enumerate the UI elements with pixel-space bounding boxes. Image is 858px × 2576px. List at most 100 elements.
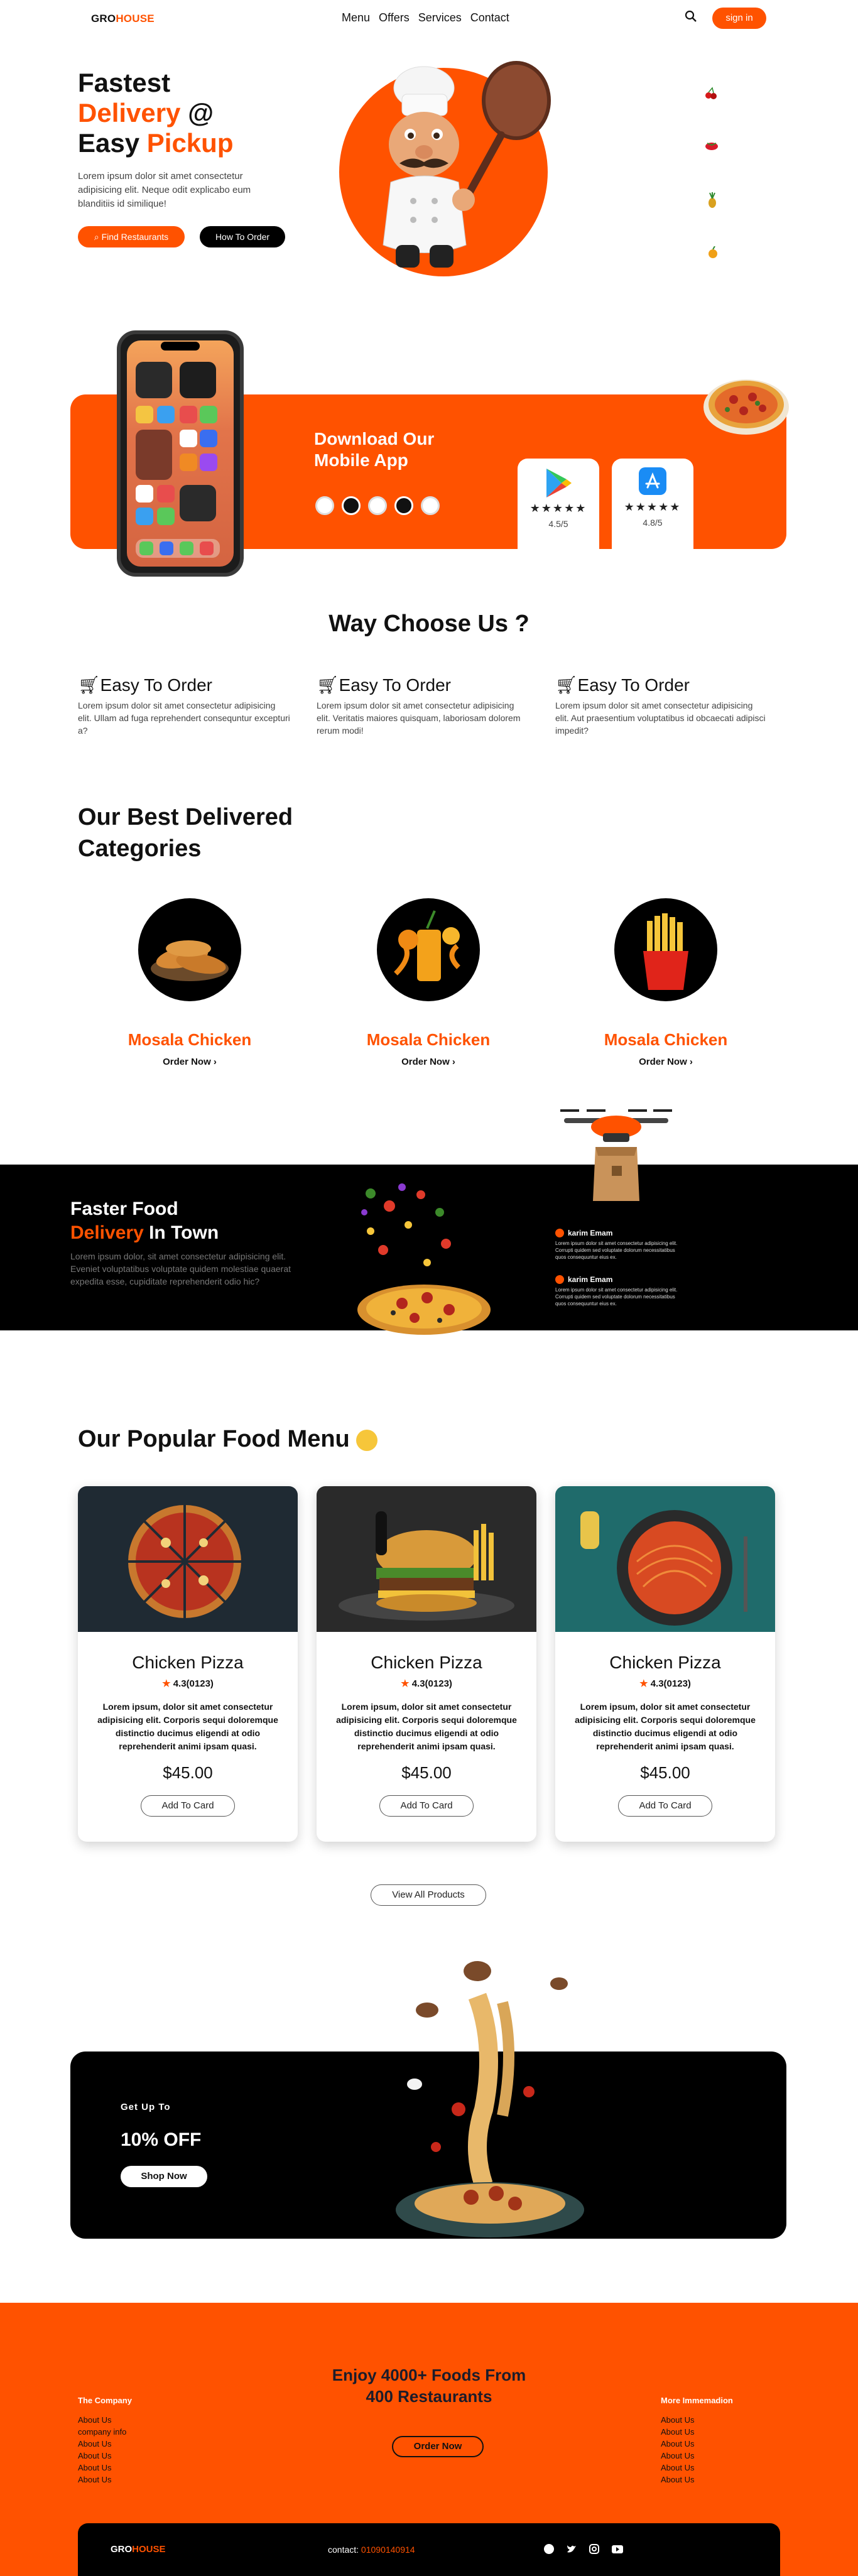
google-play-card[interactable]: ★★★★★ 4.5/5 bbox=[518, 459, 599, 549]
order-now-label: Order Now bbox=[639, 1057, 687, 1067]
feature-text: Lorem ipsum dolor sit amet consectetur a… bbox=[317, 700, 521, 736]
categories-title: Our Best Delivered Categories bbox=[78, 802, 293, 864]
category-name: Mosala Chicken bbox=[366, 1030, 491, 1049]
avatar bbox=[368, 496, 387, 515]
order-now-label: Order Now bbox=[163, 1057, 211, 1067]
find-restaurants-button[interactable]: ⌕ Find Restaurants bbox=[78, 226, 185, 247]
nav-offers[interactable]: Offers bbox=[379, 11, 410, 24]
burger-photo bbox=[317, 1486, 536, 1632]
drone-delivery-image bbox=[560, 1109, 672, 1201]
chevron-right-icon: › bbox=[452, 1057, 455, 1067]
why-title: Way Choose Us ? bbox=[329, 611, 529, 637]
chevron-right-icon: › bbox=[213, 1057, 217, 1067]
footer-logo[interactable]: GROHOUSE bbox=[111, 2544, 166, 2555]
search-icon[interactable] bbox=[685, 10, 697, 23]
category-image-drink[interactable] bbox=[377, 898, 480, 1001]
footer-column-company: The Company About Us company info About … bbox=[78, 2396, 178, 2486]
twitter-icon[interactable] bbox=[567, 2545, 577, 2553]
footer-link[interactable]: About Us bbox=[78, 2438, 178, 2450]
youtube-icon[interactable] bbox=[612, 2545, 623, 2553]
feature-card: 🛒︎Easy To Order Lorem ipsum dolor sit am… bbox=[317, 675, 530, 737]
pizza-image bbox=[703, 379, 789, 435]
add-to-cart-button[interactable]: Add To Card bbox=[141, 1795, 235, 1817]
contact-phone[interactable]: 01090140914 bbox=[361, 2545, 415, 2555]
feature-title: Easy To Order bbox=[339, 675, 451, 695]
menu-card: Chicken Pizza ★ 4.3(0123) Lorem ipsum, d… bbox=[78, 1486, 298, 1842]
hero-line-2a: Delivery bbox=[78, 98, 181, 128]
footer-link[interactable]: About Us bbox=[661, 2450, 774, 2462]
footer-link[interactable]: company info bbox=[78, 2426, 178, 2438]
card-title: Chicken Pizza bbox=[609, 1653, 721, 1672]
footer-order-now-button[interactable]: Order Now bbox=[392, 2436, 484, 2457]
nav-menu[interactable]: Menu bbox=[342, 11, 370, 24]
add-to-cart-button[interactable]: Add To Card bbox=[379, 1795, 474, 1817]
star-icon: ★ bbox=[401, 1678, 410, 1689]
chevron-right-icon: › bbox=[689, 1057, 693, 1067]
hero-title: Fastest Delivery @ Easy Pickup bbox=[78, 68, 233, 158]
cart-icon: 🛒︎ bbox=[317, 675, 339, 695]
how-to-order-button[interactable]: How To Order bbox=[200, 226, 285, 247]
card-description: Lorem ipsum, dolor sit amet consectetur … bbox=[575, 1702, 756, 1751]
category-image-fries[interactable] bbox=[614, 898, 717, 1001]
order-now-link[interactable]: Order Now › bbox=[334, 1057, 523, 1067]
pizza-photo bbox=[78, 1486, 298, 1632]
google-play-icon bbox=[546, 469, 572, 497]
avatar bbox=[421, 496, 440, 515]
flying-pizza-image bbox=[357, 1183, 491, 1335]
hero-line-3a: Easy bbox=[78, 128, 147, 158]
sign-in-button[interactable]: sign in bbox=[712, 8, 766, 29]
cart-icon: 🛒︎ bbox=[555, 675, 578, 695]
reviewer-name: karim Emam bbox=[568, 1229, 613, 1237]
order-now-link[interactable]: Order Now › bbox=[572, 1057, 760, 1067]
fruit-icon bbox=[707, 246, 719, 259]
footer-contact: contact: 01090140914 bbox=[328, 2545, 415, 2555]
avatar-row bbox=[315, 496, 440, 515]
footer-link[interactable]: About Us bbox=[661, 2426, 774, 2438]
footer-link[interactable]: About Us bbox=[661, 2438, 774, 2450]
shop-now-button[interactable]: Shop Now bbox=[121, 2166, 207, 2187]
order-now-link[interactable]: Order Now › bbox=[95, 1057, 284, 1067]
footer-link[interactable]: About Us bbox=[661, 2414, 774, 2426]
logo[interactable]: GROHOUSE bbox=[91, 13, 155, 25]
card-price: $45.00 bbox=[401, 1763, 452, 1782]
footer-logo-part-2: HOUSE bbox=[132, 2544, 166, 2555]
card-price: $45.00 bbox=[163, 1763, 213, 1782]
app-store-card[interactable]: ★★★★★ 4.8/5 bbox=[612, 459, 693, 549]
footer-logo-part-1: GRO bbox=[111, 2544, 133, 2555]
footer-link[interactable]: About Us bbox=[78, 2474, 178, 2486]
category-image-chicken[interactable] bbox=[138, 898, 241, 1001]
strawberry-icon bbox=[705, 141, 719, 151]
feature-card: 🛒︎Easy To Order Lorem ipsum dolor sit am… bbox=[555, 675, 769, 737]
social-links bbox=[544, 2544, 623, 2554]
app-store-rating: 4.8/5 bbox=[643, 518, 663, 528]
footer-link[interactable]: About Us bbox=[661, 2462, 774, 2474]
review-text: Lorem ipsum dolor sit amet consectetur a… bbox=[555, 1241, 678, 1260]
faster-line-1: Faster Food bbox=[70, 1198, 178, 1219]
menu-card: Chicken Pizza ★ 4.3(0123) Lorem ipsum, d… bbox=[555, 1486, 775, 1842]
nav-services[interactable]: Services bbox=[418, 11, 462, 24]
cart-icon: 🛒︎ bbox=[78, 675, 100, 695]
add-to-cart-button[interactable]: Add To Card bbox=[618, 1795, 712, 1817]
card-price: $45.00 bbox=[640, 1763, 690, 1782]
instagram-icon[interactable] bbox=[589, 2544, 599, 2554]
avatar bbox=[342, 496, 361, 515]
footer-link[interactable]: About Us bbox=[661, 2474, 774, 2486]
feature-text: Lorem ipsum dolor sit amet consectetur a… bbox=[555, 700, 766, 736]
feature-text: Lorem ipsum dolor sit amet consectetur a… bbox=[78, 700, 290, 736]
view-all-products-button[interactable]: View All Products bbox=[371, 1884, 486, 1906]
footer-link[interactable]: About Us bbox=[78, 2450, 178, 2462]
footer-link[interactable]: About Us bbox=[78, 2414, 178, 2426]
facebook-icon[interactable] bbox=[544, 2544, 554, 2554]
card-rating: 4.3(0123) bbox=[411, 1678, 452, 1689]
nav-contact[interactable]: Contact bbox=[470, 11, 509, 24]
main-nav: Menu Offers Services Contact bbox=[342, 11, 518, 24]
footer-column-title: More Immemadion bbox=[661, 2396, 733, 2405]
download-title: Download Our Mobile App bbox=[314, 428, 434, 471]
card-title: Chicken Pizza bbox=[371, 1653, 482, 1672]
footer-link[interactable]: About Us bbox=[78, 2462, 178, 2474]
rating-stars: ★★★★★ bbox=[529, 502, 587, 514]
card-rating: 4.3(0123) bbox=[650, 1678, 691, 1689]
faster-line-2a: Delivery bbox=[70, 1222, 144, 1243]
pineapple-icon bbox=[707, 192, 717, 209]
cherry-icon bbox=[705, 87, 717, 99]
